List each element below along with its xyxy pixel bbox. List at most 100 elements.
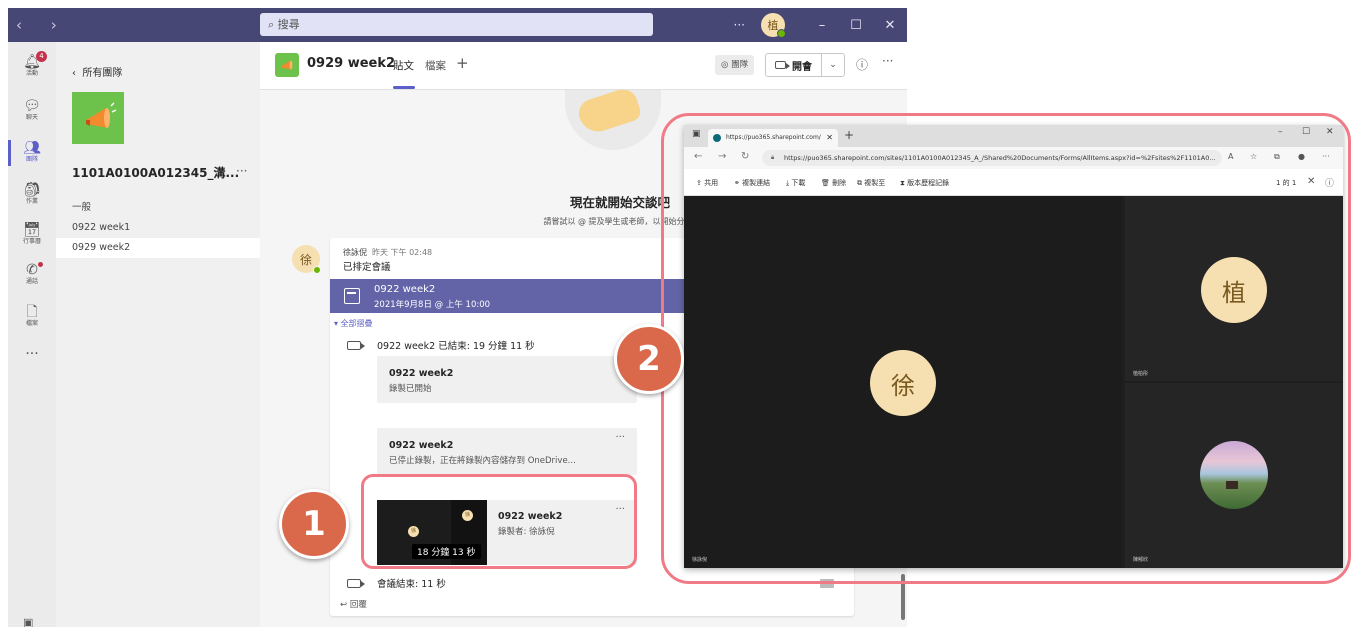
collapse-all-link[interactable]: ▾ 全部摺疊 [334, 318, 373, 329]
team-name[interactable]: 1101A0100A012345_溝... [72, 164, 239, 181]
video-camera-icon [347, 578, 365, 588]
calendar-icon: 📅︎ [23, 222, 41, 238]
channel-title: 0929 week2 [307, 56, 396, 71]
rail-label: 行事曆 [22, 238, 41, 245]
card-title: 0922 week2 [389, 368, 454, 379]
megaphone-icon [86, 102, 117, 128]
highlight-browser-player [661, 113, 1351, 584]
settings-more-icon[interactable]: ··· [734, 18, 745, 32]
card-title: 0922 week2 [389, 440, 454, 451]
meeting-ended-text: 0922 week2 已結束: 19 分鐘 11 秒 [377, 341, 535, 352]
tab-files[interactable]: 檔案 [425, 58, 446, 73]
close-button[interactable]: ✕ [873, 18, 907, 33]
maximize-button[interactable]: ☐ [839, 18, 873, 33]
apps-store-icon[interactable]: ▣ [23, 616, 33, 627]
info-icon[interactable]: ⓘ [856, 56, 868, 73]
presence-available-icon [313, 266, 321, 274]
search-placeholder: 搜尋 [277, 18, 300, 31]
hand-illustration [575, 90, 643, 137]
chevron-down-icon: ▾ [334, 319, 339, 328]
meeting-title: 0922 week2 [374, 284, 436, 295]
channel-header: 0929 week2 貼文 檔案 + ◎ 團隊 開會 ⌄ ⓘ ··· [260, 42, 907, 90]
history-nav-arrows[interactable]: ‹ › [16, 16, 69, 34]
meeting-ended-line: 0922 week2 已結束: 19 分鐘 11 秒 [347, 338, 535, 352]
team-logo [72, 92, 124, 144]
search-icon: ⌕ [268, 18, 275, 31]
card-more-icon[interactable]: ··· [615, 432, 625, 443]
post-author-line: 徐詠倪 昨天 下午 02:48 [343, 247, 432, 258]
video-camera-icon [775, 61, 790, 69]
rail-label: 聊天 [25, 114, 38, 121]
active-tab-indicator [393, 86, 415, 89]
meet-now-button[interactable]: 開會 [766, 54, 822, 76]
post-time: 昨天 下午 02:48 [372, 248, 433, 257]
step-badge-2: 2 [614, 324, 684, 394]
channel-general[interactable]: 一般 [56, 198, 260, 218]
team-more-options[interactable]: ··· [236, 164, 247, 178]
app-rail: 🔔︎ 活動 4 💬︎ 聊天 👥︎ 團隊 🎒︎ 作業 📅︎ 行事曆 ✆ 通話 🗋︎… [8, 42, 56, 627]
step-badge-1: 1 [279, 489, 349, 559]
profile-avatar[interactable]: 植 [761, 13, 786, 38]
channel-0929-week2[interactable]: 0929 week2 [56, 238, 260, 258]
rail-item-assignments[interactable]: 🎒︎ 作業 [8, 182, 56, 206]
add-tab-button[interactable]: + [456, 54, 469, 72]
calendar-icon [344, 288, 360, 304]
channel-team-icon [275, 53, 299, 77]
meeting-end-text: 會議結束: 11 秒 [377, 579, 446, 590]
reply-button[interactable]: ↩ 回覆 [340, 598, 367, 610]
rail-item-activity[interactable]: 🔔︎ 活動 4 [8, 51, 56, 78]
eye-icon: ◎ [721, 60, 729, 70]
card-subtitle: 錄製已開始 [389, 384, 432, 394]
meet-button-label: 開會 [792, 61, 812, 73]
post-author-avatar[interactable]: 徐 [292, 245, 321, 274]
notification-badge: 4 [36, 51, 47, 62]
presence-available-icon [777, 29, 786, 38]
rail-item-files[interactable]: 🗋︎ 檔案 [8, 304, 56, 328]
rail-label: 活動 [25, 70, 38, 77]
video-camera-icon [347, 340, 365, 350]
channel-0922-week1[interactable]: 0922 week1 [56, 218, 260, 238]
team-button[interactable]: ◎ 團隊 [715, 55, 755, 75]
rail-label: 通話 [25, 278, 38, 285]
highlight-recording-card [361, 474, 637, 569]
bell-icon: 🔔︎ [23, 54, 41, 70]
teams-side-panel: ‹ 所有團隊 1101A0100A012345_溝... ··· 一般 0922… [56, 42, 260, 627]
rail-item-more-apps[interactable]: ··· [8, 346, 56, 362]
avatar-initial: 徐 [299, 252, 312, 267]
rail-item-chat[interactable]: 💬︎ 聊天 [8, 98, 56, 122]
title-bar: ‹ › ⌕ 搜尋 ··· 植 – ☐ ✕ [8, 8, 907, 42]
rail-item-teams[interactable]: 👥︎ 團隊 [8, 140, 56, 166]
post-author-name[interactable]: 徐詠倪 [343, 248, 367, 257]
header-more-icon[interactable]: ··· [882, 54, 893, 68]
collapse-all-label: 全部摺疊 [340, 319, 373, 328]
assignments-icon: 🎒︎ [23, 182, 41, 198]
title-bar-right: ··· 植 – ☐ ✕ [734, 8, 907, 42]
search-input[interactable]: ⌕ 搜尋 [260, 13, 653, 36]
calls-alert-dot [38, 262, 43, 267]
minimize-button[interactable]: – [805, 18, 839, 33]
tab-posts[interactable]: 貼文 [393, 58, 414, 73]
card-subtitle: 已停止錄製，正在將錄製內容儲存到 OneDrive... [389, 456, 576, 466]
chevron-left-icon: ‹ [72, 68, 76, 79]
rail-label: 團隊 [25, 156, 38, 163]
post-message: 已排定會議 [343, 262, 391, 273]
meeting-end-line: 會議結束: 11 秒 [347, 576, 446, 590]
rail-item-calendar[interactable]: 📅︎ 行事曆 [8, 222, 56, 246]
reply-arrow-icon: ↩ [340, 600, 348, 610]
rail-label: 檔案 [25, 320, 38, 327]
meeting-datetime: 2021年9月8日 @ 上午 10:00 [374, 300, 491, 310]
screenshot-root: ‹ › ⌕ 搜尋 ··· 植 – ☐ ✕ 🔔︎ 活動 4 💬︎ 聊天 👥︎ 團隊… [0, 0, 1353, 627]
all-teams-back-link[interactable]: ‹ 所有團隊 [72, 64, 122, 79]
rail-label: 作業 [25, 198, 38, 205]
recording-stopped-card: 0922 week2 已停止錄製，正在將錄製內容儲存到 OneDrive... … [377, 428, 637, 475]
more-apps-icon: ··· [25, 346, 39, 362]
reply-label: 回覆 [349, 600, 367, 610]
rail-item-calls[interactable]: ✆ 通話 [8, 262, 56, 286]
meet-button[interactable]: 開會 ⌄ [765, 53, 845, 77]
team-button-label: 團隊 [731, 60, 749, 70]
recording-started-card: 0922 week2 錄製已開始 [377, 356, 637, 403]
welcome-illustration [565, 90, 661, 150]
megaphone-icon [281, 60, 293, 70]
chevron-down-icon[interactable]: ⌄ [822, 54, 844, 76]
chat-icon: 💬︎ [23, 98, 41, 114]
